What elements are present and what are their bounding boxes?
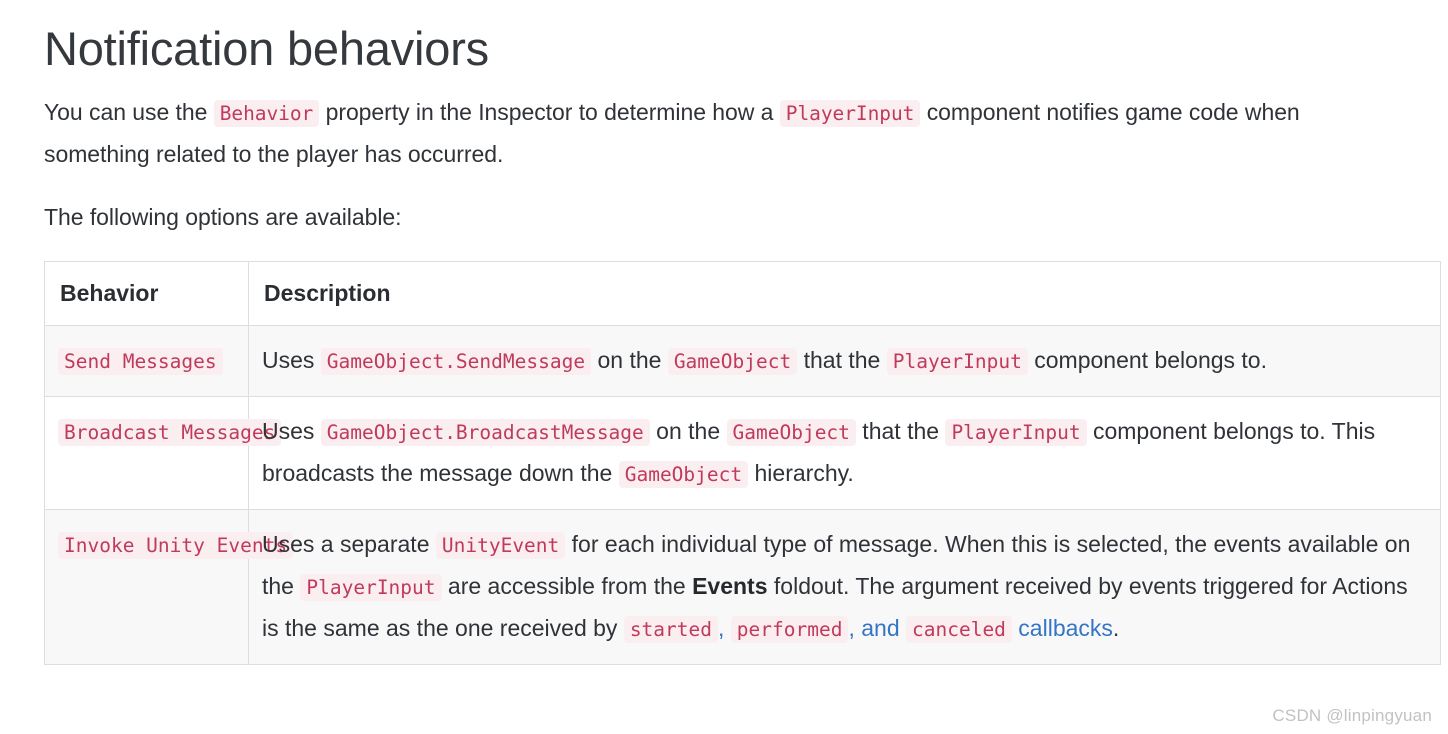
table-row: Invoke Unity Events Uses a separate Unit…: [44, 509, 1441, 666]
callbacks-link[interactable]: started, performed, and canceled callbac…: [623, 615, 1113, 644]
desc-text: Uses: [262, 347, 321, 374]
options-intro-paragraph: The following options are available:: [44, 204, 402, 231]
page-title: Notification behaviors: [44, 22, 489, 75]
code-unityevent: UnityEvent: [435, 532, 566, 560]
desc-text: on the: [591, 347, 668, 374]
page-viewport: Notification behaviors You can use the B…: [0, 0, 1448, 734]
table-body: Send Messages Uses GameObject.SendMessag…: [44, 325, 1441, 666]
desc-text: hierarchy.: [748, 460, 854, 487]
table-row: Broadcast Messages Uses GameObject.Broad…: [44, 396, 1441, 511]
code-gameobject-2: GameObject: [618, 461, 749, 489]
document-page: Notification behaviors You can use the B…: [0, 0, 1448, 666]
desc-text: on the: [649, 418, 727, 445]
column-header-description: Description: [248, 261, 1441, 327]
behaviors-table: Behavior Description Send Messages Uses …: [44, 261, 1441, 666]
cell-description-broadcast-messages: Uses GameObject.BroadcastMessage on the …: [248, 396, 1441, 511]
code-playerinput: PlayerInput: [945, 419, 1087, 447]
desc-text: Uses: [262, 418, 321, 445]
link-separator: ,: [718, 615, 731, 642]
link-separator: , and: [848, 615, 906, 642]
desc-text: .: [1112, 615, 1120, 642]
code-gameobject-broadcastmessage: GameObject.BroadcastMessage: [320, 419, 650, 447]
bold-events: Events: [692, 573, 768, 600]
cell-description-send-messages: Uses GameObject.SendMessage on the GameO…: [248, 325, 1441, 398]
cell-behavior-send-messages: Send Messages: [44, 325, 249, 398]
intro-paragraph: You can use the Behavior property in the…: [44, 92, 1404, 174]
intro-text-a: You can use the: [44, 99, 214, 126]
desc-text: that the: [855, 418, 946, 445]
cell-behavior-broadcast-messages: Broadcast Messages: [44, 396, 282, 511]
watermark: CSDN @linpingyuan: [1272, 706, 1432, 725]
code-playerinput: PlayerInput: [886, 348, 1028, 376]
table-row: Send Messages Uses GameObject.SendMessag…: [44, 325, 1441, 398]
table-head: Behavior Description: [44, 261, 1441, 327]
code-started: started: [623, 616, 718, 644]
desc-text: component belongs to.: [1027, 347, 1267, 374]
desc-text: are accessible from the: [441, 573, 693, 600]
code-canceled: canceled: [906, 616, 1012, 644]
code-send-messages: Send Messages: [58, 348, 223, 376]
intro-text-b: property in the Inspector to determine h…: [319, 99, 780, 126]
inline-code-behavior: Behavior: [213, 100, 320, 128]
code-gameobject: GameObject: [667, 348, 798, 376]
desc-text: Uses a separate: [262, 531, 436, 558]
column-header-behavior: Behavior: [44, 261, 249, 327]
cell-description-invoke-unity-events: Uses a separate UnityEvent for each indi…: [248, 509, 1441, 666]
cell-behavior-invoke-unity-events: Invoke Unity Events: [44, 509, 294, 666]
code-playerinput: PlayerInput: [300, 574, 442, 602]
code-gameobject: GameObject: [726, 419, 856, 447]
inline-code-playerinput: PlayerInput: [779, 100, 921, 128]
code-broadcast-messages: Broadcast Messages: [58, 419, 282, 447]
desc-text: that the: [797, 347, 887, 374]
link-tail-text: callbacks: [1011, 615, 1113, 642]
code-gameobject-sendmessage: GameObject.SendMessage: [320, 348, 592, 376]
code-invoke-unity-events: Invoke Unity Events: [58, 532, 294, 560]
table-header-row: Behavior Description: [44, 261, 1441, 327]
code-performed: performed: [730, 616, 849, 644]
